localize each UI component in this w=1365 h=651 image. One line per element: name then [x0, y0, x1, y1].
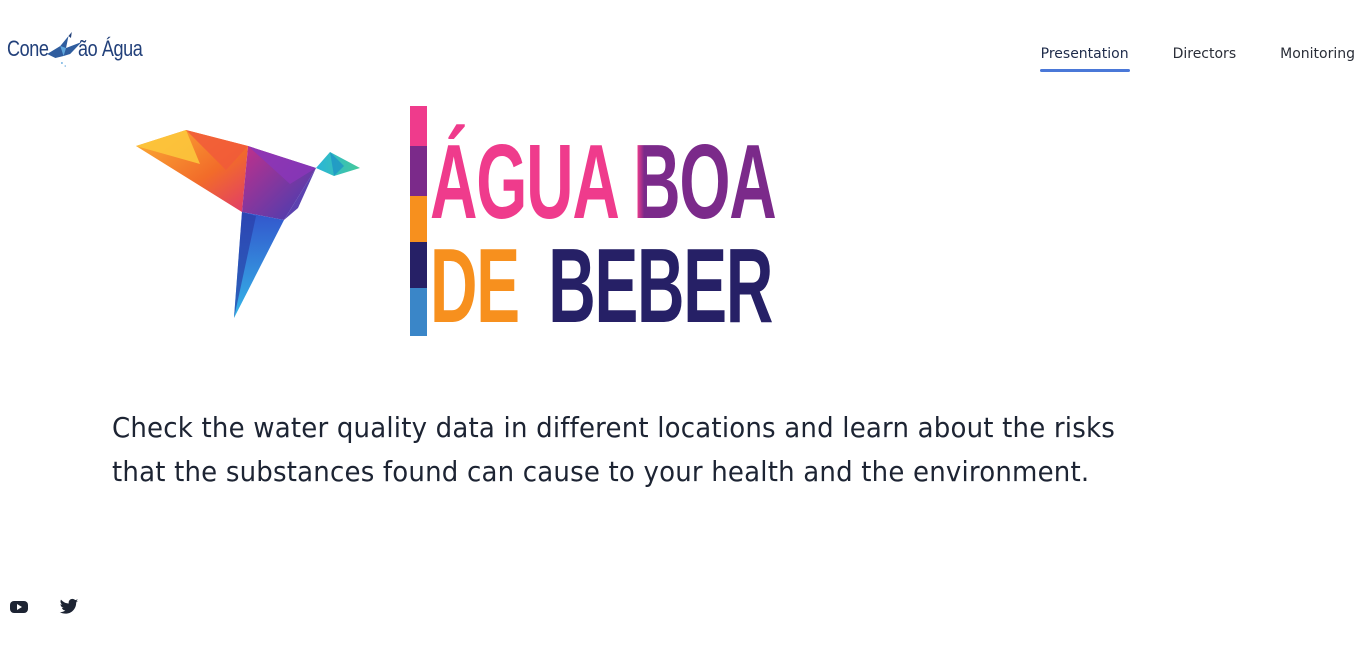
twitter-icon[interactable]	[59, 598, 79, 616]
nav-item-directors[interactable]: Directors	[1173, 44, 1237, 72]
tagline: Check the water quality data in differen…	[112, 411, 1116, 488]
hero-title: ÁGUA BOA DE BEBER	[406, 104, 777, 345]
site-logo-text-start: Cone	[7, 36, 49, 61]
title-beber: BEBER	[548, 227, 773, 345]
social-links	[9, 598, 79, 616]
nav-item-monitoring[interactable]: Monitoring	[1280, 44, 1355, 72]
origami-bird-logo	[136, 130, 360, 318]
site-logo[interactable]: Cone ão Água	[7, 32, 143, 76]
title-de: DE	[430, 227, 520, 345]
main-nav: Presentation Directors Monitoring	[1039, 44, 1355, 72]
title-line-2: DE BEBER	[430, 226, 773, 346]
header: Cone ão Água Presentation Directors Moni…	[0, 0, 1365, 86]
site-logo-text-end: ão Água	[78, 36, 143, 61]
nav-item-presentation[interactable]: Presentation	[1039, 44, 1130, 72]
youtube-icon[interactable]	[9, 598, 29, 616]
page: Cone ão Água Presentation Directors Moni…	[0, 0, 1365, 651]
title-line-1: ÁGUA BOA	[430, 122, 777, 242]
title-agua-boa: ÁGUA BOA	[430, 123, 777, 241]
